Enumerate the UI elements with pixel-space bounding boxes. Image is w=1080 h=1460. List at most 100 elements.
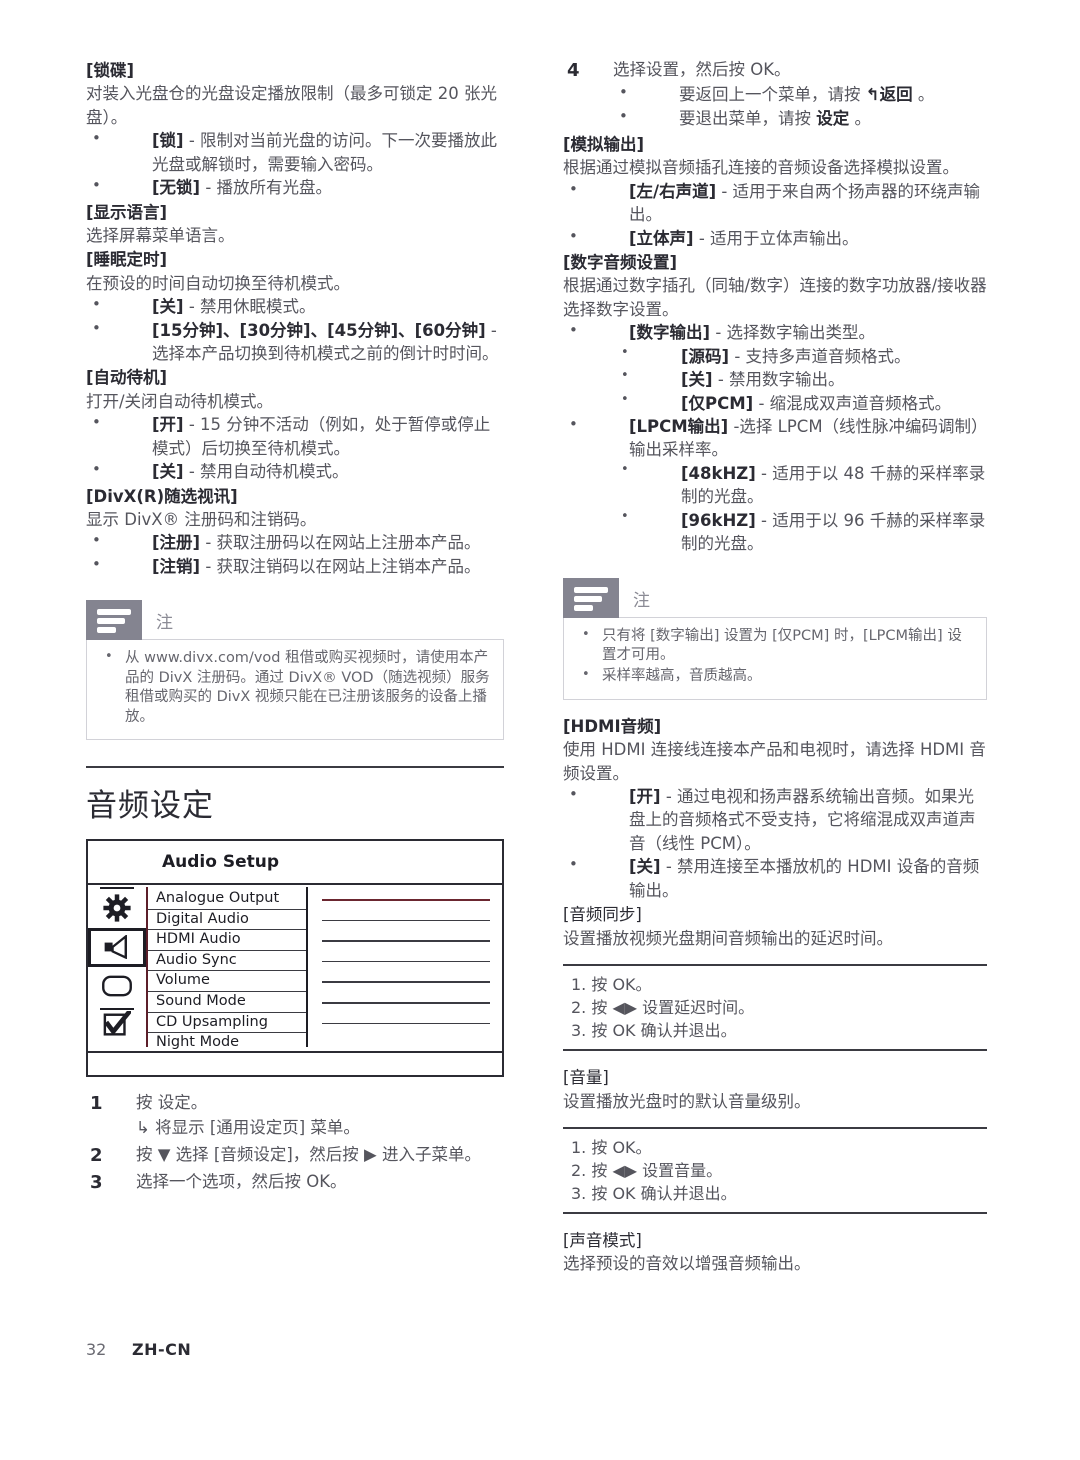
list-item-term: [LPCM输出] (629, 416, 729, 436)
step-text: 按 设定。 (136, 1092, 208, 1112)
list-item-term: [关] (152, 462, 184, 482)
screen-value-row (322, 919, 490, 941)
subsection-heading: [显示语言] (86, 202, 168, 222)
screen-value-line (322, 981, 490, 983)
list-item-term: [无锁] (152, 178, 201, 198)
step-number: 1 (90, 1092, 103, 1114)
screen-value-row (322, 1022, 490, 1044)
list-item-term: [源码] (681, 346, 730, 366)
screen-value-line (322, 898, 490, 901)
left-column: [锁碟] 对装入光盘仓的光盘设定播放限制（最多可锁定 20 张光盘）。 • [锁] -… (86, 58, 504, 1197)
list-item-term: [仅PCM] (681, 393, 754, 413)
list-item-text: - 15 分钟不活动（例如，处于暂停或停止模式）后切换至待机模式。 (152, 415, 491, 458)
note-item: • 只有将 [数字输出] 设置为 [仅PCM] 时，[LPCM输出] 设置才可用。 (576, 627, 974, 666)
screen-option-row[interactable]: Digital Audio (148, 910, 306, 931)
paragraph: 打开/关闭自动待机模式。 (86, 391, 274, 411)
list-item-text: - 获取注销码以在网站上注销本产品。 (200, 556, 481, 576)
note-body: • 从 www.divx.com/vod 租借或购买视频时，请使用本产品的 Div… (86, 639, 504, 740)
list-item-term: [注册] (152, 533, 201, 553)
step-item: 3 选择一个选项，然后按 OK。 (86, 1170, 504, 1194)
subsection-heading: [自动待机] (86, 368, 168, 388)
list-item-term: [开] (629, 787, 661, 807)
bullet-icon: • (92, 176, 101, 195)
screen-value-line (322, 1001, 490, 1004)
list-item: • [左/右声道] - 适用于来自两个扬声器的环绕声输出。 (563, 180, 987, 227)
list-item-term: [开] (152, 415, 184, 435)
bullet-list-level-1: • [注册] - 获取注册码以在网站上注册本产品。 • [注销] - 获取注销码以在网… (86, 531, 504, 578)
list-item-term: [左/右声道] (629, 181, 717, 201)
audio-setup-screen: Audio Setup Analogue Output Digital Audi… (86, 838, 504, 1077)
left-content-blocks: [锁碟] 对装入光盘仓的光盘设定播放限制（最多可锁定 20 张光盘）。 • [锁] -… (86, 59, 504, 578)
list-item: • [关] - 禁用连接至本播放机的 HDMI 设备的音频输出。 (563, 855, 987, 902)
list-item: • 要返回上一个菜单，请按 ↰返回 。 (613, 83, 987, 106)
step-4-text: 选择设置，然后按 OK。 (613, 60, 791, 79)
screen-option-row[interactable]: Audio Sync (148, 951, 306, 972)
bullet-icon: • (619, 83, 628, 102)
speaker-icon[interactable] (88, 927, 146, 967)
key-label: ↰返回 (865, 85, 913, 105)
screen-option-row[interactable]: Sound Mode (148, 992, 306, 1013)
page-footer: 32 ZH-CN (86, 1340, 191, 1359)
note-item-text: 只有将 [数字输出] 设置为 [仅PCM] 时，[LPCM输出] 设置才可用。 (602, 627, 962, 663)
list-item: • [96kHZ] - 适用于以 96 千赫的采样率录制的光盘。 (619, 509, 987, 556)
numbered-instruction: 3. 按 OK 确认并退出。 (571, 1021, 737, 1041)
screen-value-row (322, 940, 490, 961)
note-box-divx: 注 • 从 www.divx.com/vod 租借或购买视频时，请使用本产品的 D… (86, 600, 504, 740)
gear-icon[interactable] (88, 889, 146, 928)
key-label: 设定 (816, 108, 850, 128)
screen-option-row[interactable]: Night Mode (148, 1033, 306, 1054)
screen-option-list: Analogue Output Digital Audio HDMI Audio Au… (148, 885, 306, 1051)
bullet-list-level-1: • [左/右声道] - 适用于来自两个扬声器的环绕声输出。 • [立体声] - 适用于… (563, 180, 987, 250)
bullet-icon: • (92, 318, 101, 337)
subsection-heading: [睡眠定时] (86, 250, 168, 270)
note-body-2: • 只有将 [数字输出] 设置为 [仅PCM] 时，[LPCM输出] 设置才可用。… (563, 616, 987, 700)
list-item-term: [48kHZ] (681, 463, 756, 483)
bullet-list-level-1: • [锁] - 限制对当前光盘的访问。下一次要播放此光盘或解锁时，需要输入密码。 •… (86, 129, 504, 199)
note-title-2: 注 (633, 590, 650, 611)
screen-option-row[interactable]: HDMI Audio (148, 930, 306, 951)
paragraph: 根据通过数字插孔（同轴/数字）连接的数字功放器/接收器选择数字设置。 (563, 276, 987, 319)
subsection-heading: [音频同步] (563, 905, 642, 925)
paragraph: 在预设的时间自动切换至待机模式。 (86, 273, 350, 293)
list-item-term: [注销] (152, 556, 201, 576)
list-item-text: - 获取注册码以在网站上注册本产品。 (200, 533, 481, 553)
right-column: 4 选择设置，然后按 OK。 • 要返回上一个菜单，请按 ↰返回 。 • 要退出菜单，… (563, 58, 987, 1276)
subsection-heading: [声音模式] (563, 1231, 642, 1251)
list-item: • [LPCM输出] -选择 LPCM（线性脉冲编码调制）输出采样率。 (563, 415, 987, 462)
screen-option-row[interactable]: Analogue Output (148, 889, 306, 910)
list-item: • [源码] - 支持多声道音频格式。 (619, 345, 987, 368)
screen-option-row[interactable]: CD Upsampling (148, 1013, 306, 1034)
list-item-text: - 适用于立体声输出。 (693, 228, 859, 248)
checkbox-icon[interactable] (88, 1006, 146, 1045)
screen-value-line (322, 1022, 490, 1025)
bullet-list-level-1: • [LPCM输出] -选择 LPCM（线性脉冲编码调制）输出采样率。 (563, 415, 987, 462)
list-item-term: [立体声] (629, 228, 694, 248)
note-item: • 从 www.divx.com/vod 租借或购买视频时，请使用本产品的 Div… (99, 649, 491, 727)
screen-body: Analogue Output Digital Audio HDMI Audio Au… (88, 885, 502, 1051)
note-header-2: 注 (563, 577, 987, 618)
screen-value-row (322, 898, 490, 920)
screen-footer-bar (88, 1050, 502, 1075)
left-step-list: 1 按 设定。 ↳ 将显示 [通用设定页] 菜单。 2 按 ▼ 选择 [音频设定]，然后… (86, 1091, 504, 1194)
list-item-text: - 禁用连接至本播放机的 HDMI 设备的音频输出。 (629, 857, 980, 900)
bullet-icon: • (92, 129, 101, 148)
numbered-instruction: 1. 按 OK。 (571, 975, 652, 994)
note-lines-icon (86, 600, 142, 641)
screen-value-line (322, 940, 490, 942)
paragraph: 选择屏幕菜单语言。 (86, 225, 235, 245)
display-icon[interactable] (88, 967, 146, 1006)
list-item-term: [关] (681, 370, 713, 390)
list-item: • [仅PCM] - 缩混成双声道音频格式。 (619, 392, 987, 415)
list-item-text: - 禁用休眠模式。 (183, 297, 316, 317)
bullet-icon: • (621, 461, 629, 477)
bullet-icon: • (569, 321, 578, 340)
manual-page: [锁碟] 对装入光盘仓的光盘设定播放限制（最多可锁定 20 张光盘）。 • [锁] -… (0, 0, 1080, 1460)
list-item-term: [15分钟]、[30分钟]、[45分钟]、[60分钟] (152, 320, 486, 340)
list-item: • [注册] - 获取注册码以在网站上注册本产品。 (86, 531, 504, 554)
bullet-icon: • (621, 344, 629, 360)
bullet-icon: • (582, 667, 590, 683)
bullet-list-level-2: • [源码] - 支持多声道音频格式。 • [关] - 禁用数字输出。 • [仅PCM] … (619, 345, 987, 415)
screen-option-row[interactable]: Volume (148, 971, 306, 992)
page-language: ZH-CN (132, 1340, 192, 1359)
list-item: • [无锁] - 播放所有光盘。 (86, 176, 504, 199)
